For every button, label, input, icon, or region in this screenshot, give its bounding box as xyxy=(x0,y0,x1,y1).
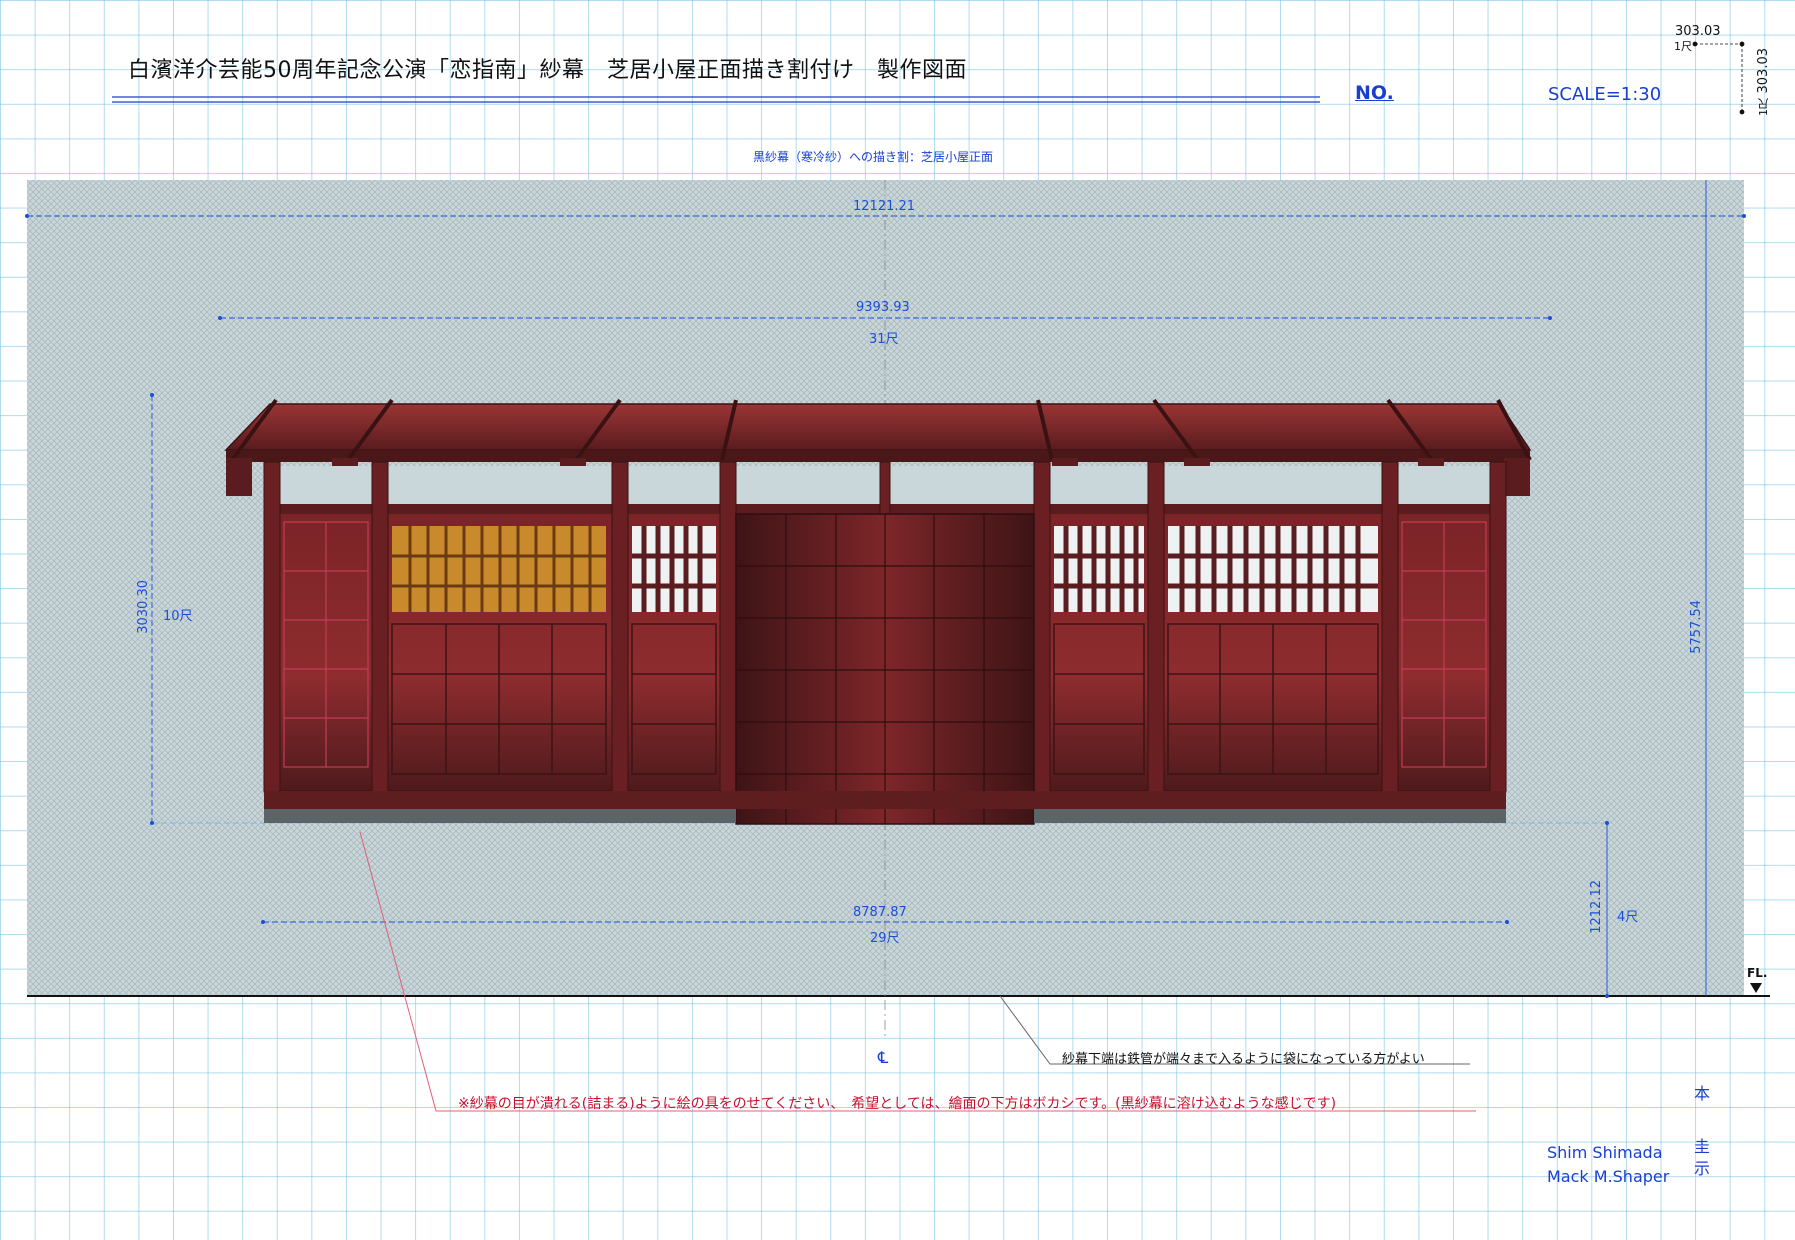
scale-label: SCALE=1:30 xyxy=(1548,84,1662,105)
dim-facade-height-shaku: 10尺 xyxy=(163,609,193,624)
dim-facade-height: 3030.30 xyxy=(136,580,151,634)
floor-marker-icon xyxy=(1750,983,1762,993)
dim-overall-width: 12121.21 xyxy=(853,199,916,214)
roof-fascia xyxy=(226,450,1530,462)
drawing-subtitle: 黒紗幕（寒冷紗）への描き割：芝居小屋正面 xyxy=(753,150,994,164)
drawing-canvas xyxy=(25,41,1770,1112)
credit-assistant: Mack M.Shaper xyxy=(1547,1167,1670,1186)
dim-base-width: 8787.87 xyxy=(853,905,907,920)
stamp-char-1: 本 xyxy=(1694,1084,1711,1103)
title-rule xyxy=(112,96,1320,103)
scale-ref-side: 303.03 xyxy=(1756,48,1771,94)
dim-overall-height: 5757.54 xyxy=(1689,600,1704,654)
scale-reference xyxy=(1692,41,1745,115)
drawing-number-label: NO. xyxy=(1355,82,1394,104)
dim-floor-offset: 1212.12 xyxy=(1589,880,1604,934)
dim-roof-width: 9393.93 xyxy=(856,300,910,315)
drawing-title: 白濱洋介芸能50周年記念公演「恋指南」紗幕 芝居小屋正面描き割付け 製作図面 xyxy=(128,58,967,83)
centerline-symbol: ℄ xyxy=(878,1048,889,1067)
floor-level-label: FL. xyxy=(1747,966,1768,980)
scale-ref-side-shaku: 1尺 xyxy=(1757,98,1770,116)
base-stone xyxy=(264,809,736,823)
stamp-char-3: 示 xyxy=(1694,1159,1711,1178)
dim-floor-offset-shaku: 4尺 xyxy=(1617,910,1639,925)
note-paint-instruction: ※紗幕の目が潰れる(詰まる)ように絵の具をのせてください、 希望としては、繪面の… xyxy=(458,1096,1337,1112)
dim-roof-width-shaku: 31尺 xyxy=(869,332,899,347)
roof xyxy=(224,403,1532,451)
base-stone-right xyxy=(1034,809,1506,823)
credit-designer: Shim Shimada xyxy=(1547,1143,1663,1162)
scale-ref-top-shaku: 1尺 xyxy=(1674,40,1692,53)
base-plinth xyxy=(264,791,1506,809)
dim-base-width-shaku: 29尺 xyxy=(870,931,900,946)
note-scrim-hem: 紗幕下端は鉄管が端々まで入るように袋になっている方がよい xyxy=(1062,1052,1425,1067)
stamp-char-2: 圭 xyxy=(1694,1137,1711,1156)
scale-ref-top: 303.03 xyxy=(1675,24,1721,39)
